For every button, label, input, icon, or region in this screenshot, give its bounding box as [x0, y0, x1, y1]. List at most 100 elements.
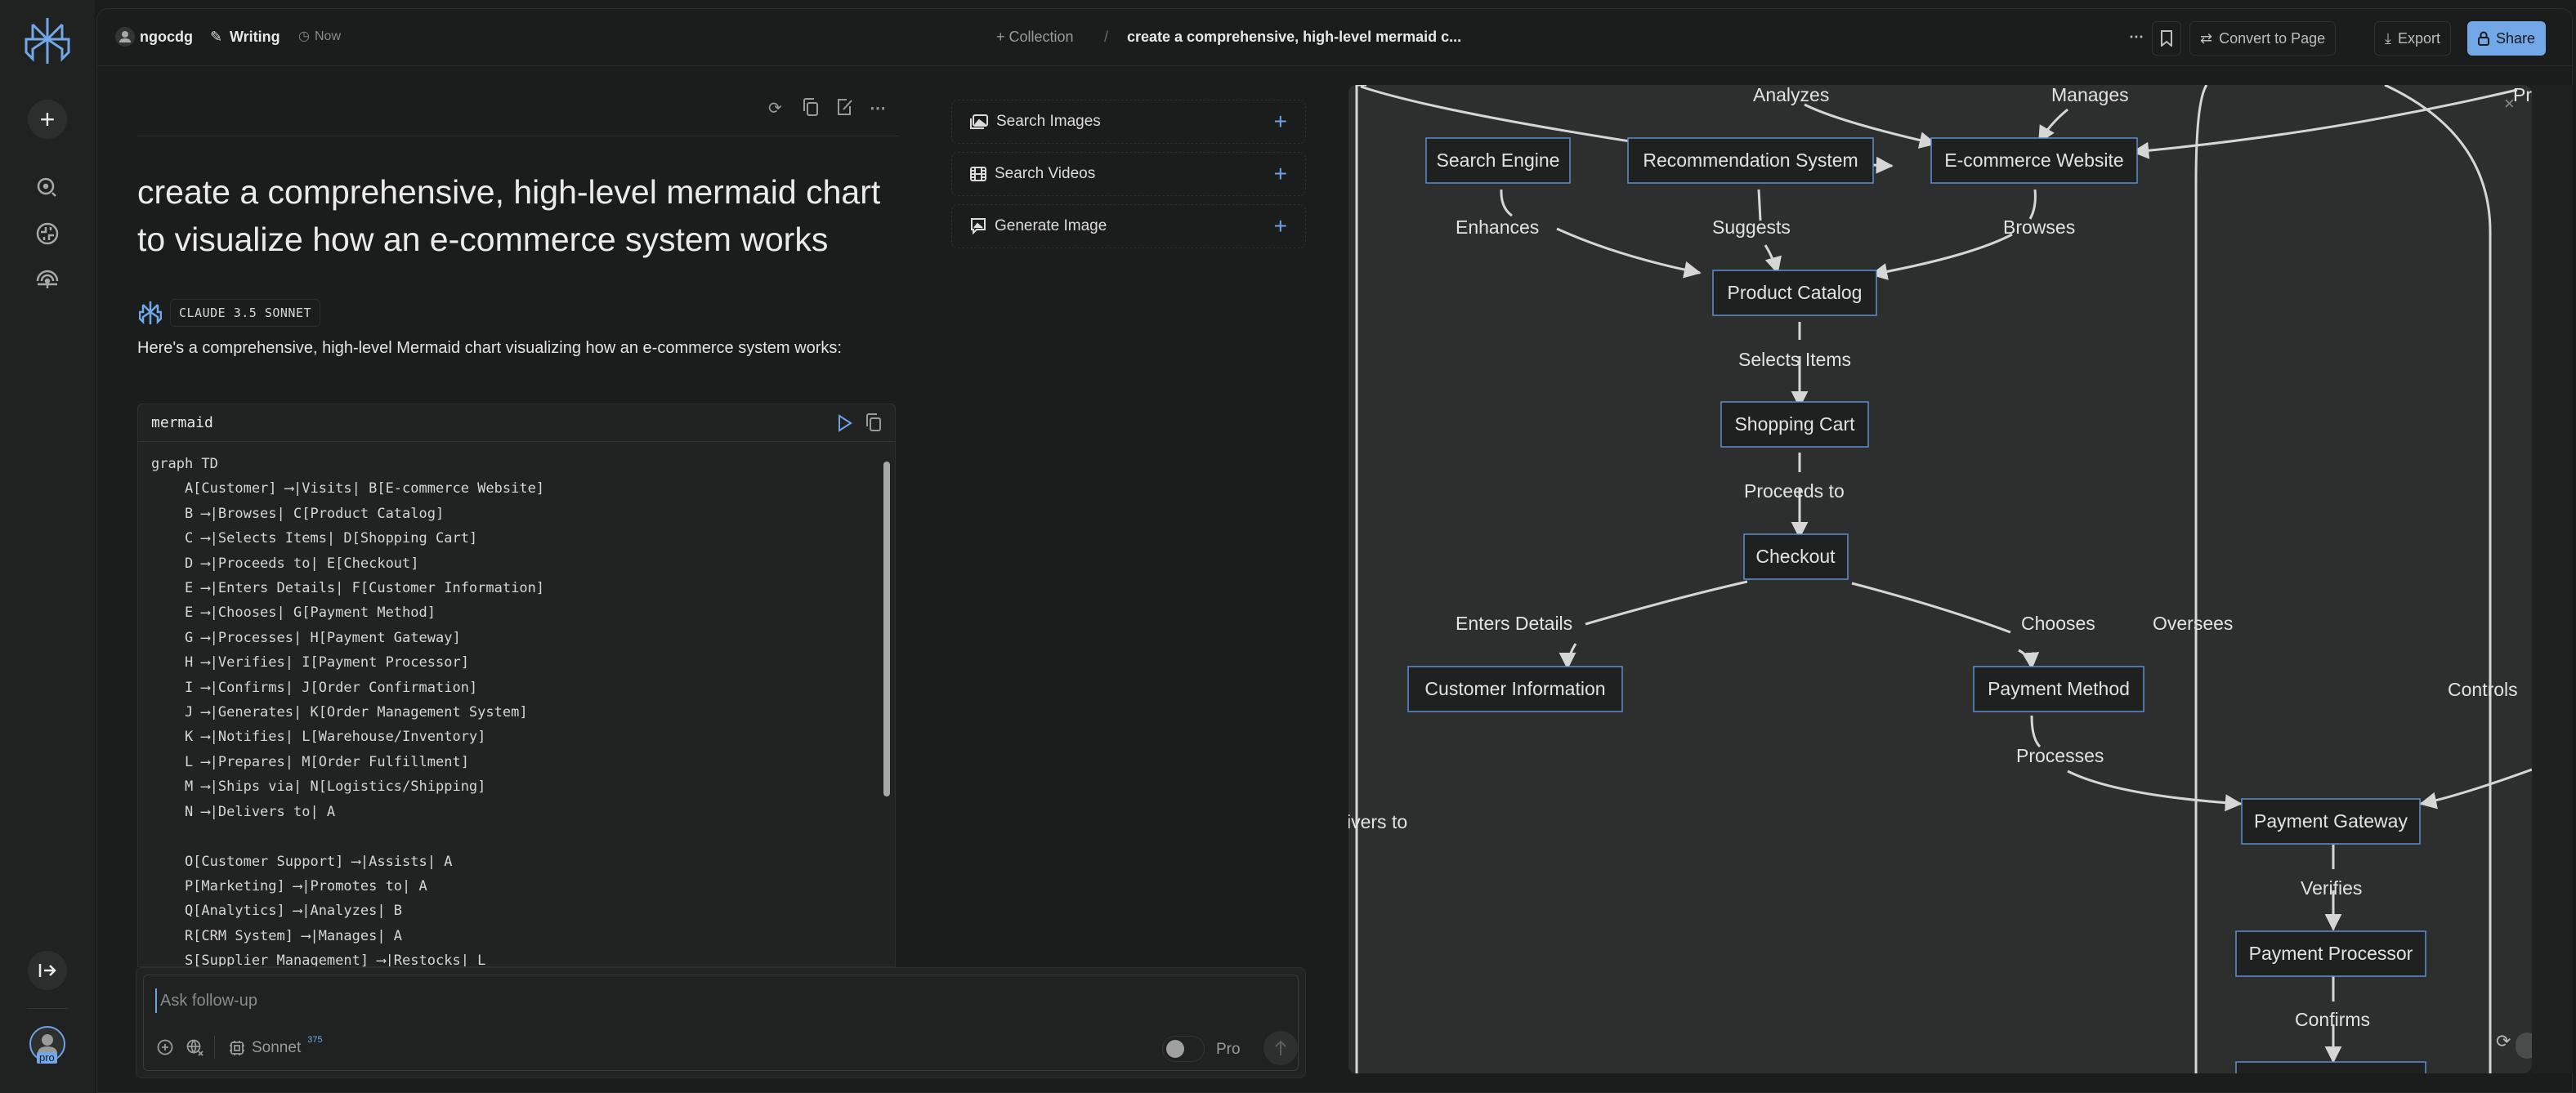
- node-recommendation-system[interactable]: Recommendation System: [1627, 137, 1874, 184]
- chip-icon: [230, 1041, 244, 1055]
- top-bar: ngocdg ✎ Writing ◷ Now + Collection / cr…: [97, 9, 2572, 66]
- assistant-float-button[interactable]: [2516, 1033, 2532, 1059]
- svg-text:Product Catalog: Product Catalog: [1728, 282, 1863, 303]
- copy-icon: [803, 98, 818, 116]
- submit-button[interactable]: [1263, 1031, 1298, 1065]
- svg-text:Payment Method: Payment Method: [1988, 678, 2130, 699]
- edit-button[interactable]: [837, 98, 855, 116]
- avatar[interactable]: pro: [29, 1026, 65, 1064]
- ask-follow-up-input[interactable]: [155, 988, 891, 1013]
- add-icon[interactable]: +: [1274, 110, 1287, 133]
- edge-label: Proceeds to: [1744, 480, 1845, 502]
- node-payment-gateway[interactable]: Payment Gateway: [2241, 798, 2421, 845]
- edge-label: Verifies: [2301, 877, 2362, 899]
- add-icon[interactable]: +: [1274, 163, 1287, 185]
- add-icon[interactable]: +: [1274, 215, 1287, 238]
- new-thread-button[interactable]: +: [28, 100, 67, 139]
- svg-text:Search Engine: Search Engine: [1437, 149, 1560, 171]
- node-payment-processor[interactable]: Payment Processor: [2235, 930, 2426, 977]
- expand-sidebar-button[interactable]: [28, 951, 67, 990]
- edge-label: Suggests: [1712, 216, 1791, 238]
- code-line: S[Supplier Management] ⟶|Restocks| L: [151, 952, 486, 967]
- tool-label: Search Videos: [995, 165, 1096, 182]
- edge-label: Controls: [2448, 679, 2518, 700]
- sidebar-divider: [27, 1008, 68, 1009]
- node-product-catalog[interactable]: Product Catalog: [1712, 270, 1877, 316]
- code-block: mermaid graph TD A[Customer] ⟶|Visits| B…: [137, 404, 896, 967]
- composer: Sonnet 375 Pro: [136, 967, 1306, 1078]
- svg-text:E-commerce Website: E-commerce Website: [1944, 149, 2123, 171]
- convert-to-page-button[interactable]: ⇄ Convert to Page: [2189, 21, 2337, 56]
- generate-image-card[interactable]: Generate Image +: [951, 204, 1306, 248]
- attach-icon[interactable]: [157, 1039, 173, 1055]
- search-images-card[interactable]: Search Images +: [951, 100, 1306, 144]
- share-label: Share: [2496, 29, 2536, 47]
- model-name: Sonnet: [252, 1039, 302, 1056]
- edge-enters: [1568, 580, 1748, 668]
- search-icon: [37, 177, 56, 197]
- add-to-collection-button[interactable]: + Collection: [996, 27, 1074, 47]
- scroll-thumb[interactable]: [883, 462, 890, 796]
- code-scrollbar[interactable]: [883, 445, 890, 966]
- node-shopping-cart[interactable]: Shopping Cart: [1720, 401, 1869, 448]
- edge-chooses: [1851, 582, 2032, 668]
- perplexity-logo-icon[interactable]: [25, 16, 70, 65]
- composer-inner: Sonnet 375 Pro: [143, 975, 1299, 1071]
- refresh-diagram-icon[interactable]: ⟳: [2496, 1031, 2511, 1052]
- code-line: graph TD: [151, 456, 218, 472]
- copy-button[interactable]: [803, 98, 821, 116]
- answer-intro: Here's a comprehensive, high-level Merma…: [137, 339, 842, 357]
- web-search-toggle-icon[interactable]: [186, 1039, 204, 1057]
- pro-toggle[interactable]: [1162, 1036, 1205, 1062]
- export-button[interactable]: ⤓ Export: [2374, 21, 2451, 56]
- svg-text:Payment Processor: Payment Processor: [2249, 943, 2413, 964]
- sidebar-item-search[interactable]: [28, 168, 67, 207]
- play-icon[interactable]: [838, 414, 852, 432]
- code-line: R[CRM System] ⟶|Manages| A: [151, 927, 403, 944]
- edge-label: Pro: [2513, 85, 2532, 105]
- bookmark-button[interactable]: [2152, 21, 2181, 56]
- node-ecommerce-website[interactable]: E-commerce Website: [1930, 137, 2138, 184]
- user-avatar[interactable]: [115, 27, 135, 47]
- svg-text:Payment Gateway: Payment Gateway: [2254, 810, 2408, 832]
- edit-icon: [838, 99, 852, 115]
- clock-icon: ◷: [298, 29, 310, 43]
- mermaid-diagram[interactable]: Search Engine Recommendation System E-co…: [1348, 85, 2532, 1073]
- close-icon[interactable]: ×: [2504, 93, 2515, 114]
- node-customer-information[interactable]: Customer Information: [1407, 666, 1623, 712]
- sidebar-item-spaces[interactable]: [28, 260, 67, 299]
- edge-label: Manages: [2051, 85, 2129, 105]
- edge-label: Confirms: [2295, 1009, 2370, 1030]
- node-checkout[interactable]: Checkout: [1743, 533, 1849, 580]
- edge-manages: [2037, 108, 2068, 144]
- more-options-button[interactable]: ⋯: [2129, 27, 2144, 47]
- username[interactable]: ngocdg: [140, 27, 193, 47]
- search-videos-card[interactable]: Search Videos +: [951, 152, 1306, 196]
- node-order-confirmation-partial[interactable]: [2235, 1061, 2426, 1073]
- right-gutter: [2532, 85, 2573, 1073]
- copy-code-icon[interactable]: [865, 413, 882, 431]
- answer-more-button[interactable]: ⋯: [870, 98, 888, 118]
- code-line: Q[Analytics] ⟶|Analyzes| B: [151, 903, 403, 920]
- tool-label: Generate Image: [995, 217, 1107, 234]
- code-language: mermaid: [151, 414, 213, 431]
- export-label: Export: [2397, 29, 2440, 47]
- sidebar: + pro: [0, 0, 95, 1093]
- rewrite-button[interactable]: ⟳: [768, 98, 786, 118]
- node-search-engine[interactable]: Search Engine: [1425, 137, 1571, 184]
- code-line: L ⟶|Prepares| M[Order Fulfillment]: [151, 753, 469, 770]
- time-label: Now: [315, 29, 342, 43]
- code-line: A[Customer] ⟶|Visits| B[E-commerce Websi…: [151, 480, 545, 497]
- node-payment-method[interactable]: Payment Method: [1973, 666, 2144, 712]
- share-button[interactable]: Share: [2467, 21, 2547, 56]
- expand-sidebar-icon: [38, 964, 56, 977]
- model-selector[interactable]: Sonnet 375: [229, 1035, 323, 1060]
- model-badge: CLAUDE 3.5 SONNET: [170, 299, 321, 327]
- pencil-icon: ✎: [210, 29, 223, 45]
- edge-oversees-line: [2194, 85, 2208, 1073]
- mode-label[interactable]: Writing: [230, 27, 280, 47]
- model-count: 375: [307, 1035, 323, 1045]
- sidebar-item-discover[interactable]: [28, 214, 67, 253]
- edge-pro: [2131, 88, 2518, 159]
